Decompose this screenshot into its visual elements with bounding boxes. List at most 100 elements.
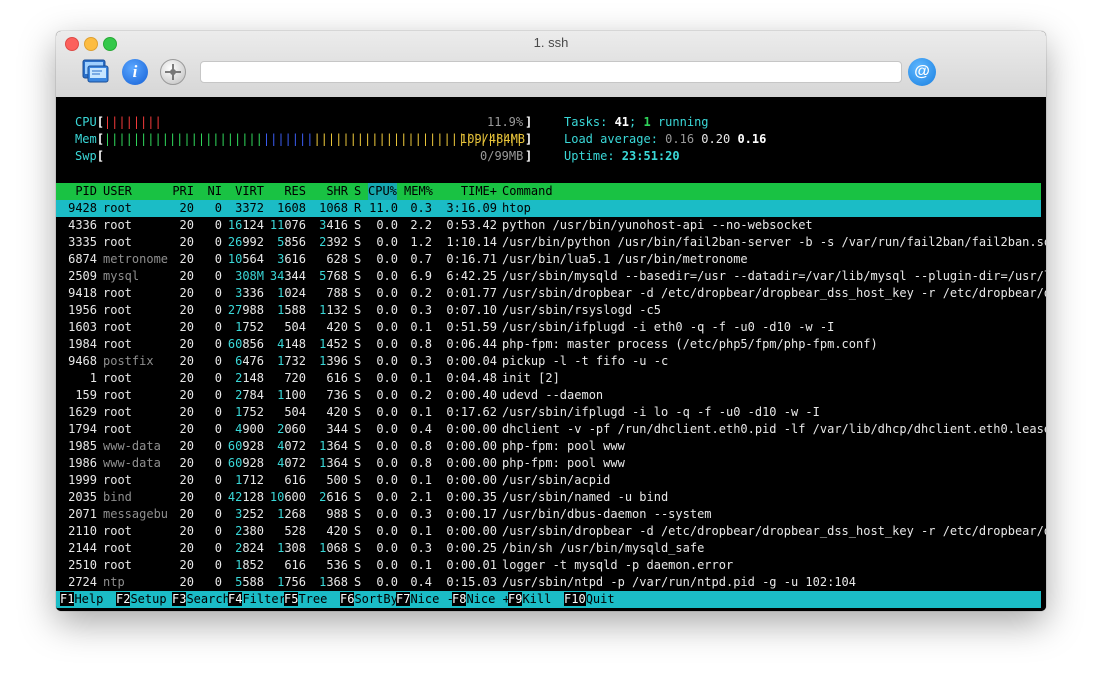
process-row[interactable]: 9468 postfix 20 0 6476 1732 1396 S 0.0 0.3 0:00.04… [56,353,1041,370]
col-ni[interactable]: NI [196,183,222,200]
cell-command: /usr/sbin/dropbear -d /etc/dropbear/drop… [502,524,1046,538]
process-row[interactable]: 2510 root 20 0 1852 616 536 S 0.0 0.1 0:00.01 logge… [56,557,1041,574]
cell-virt: 42128 [227,490,264,504]
cell-pid: 2071 [68,507,97,521]
cell-mem: 0.1 [410,558,432,572]
fkey-f9[interactable]: F9Kill [508,591,566,608]
cell-shr: 1068 [319,201,348,215]
cell-shr: 1396 [319,354,348,368]
process-row[interactable]: 2035 bind 20 0 42128 10600 2616 S 0.0 2.1 0:00.35/… [56,489,1041,506]
cell-res: 504 [284,405,306,419]
cell-pri: 20 [179,303,194,317]
process-row[interactable]: 2509 mysql 20 0 308M 34344 5768 S 0.0 6.9 6:42.25/… [56,268,1046,285]
process-row[interactable]: 1956 root 20 0 27988 1588 1132 S 0.0 0.3 0:07.10/u… [56,302,1041,319]
fkey-f10[interactable]: F10Quit [564,591,615,608]
cell-cpu: 11.0 [369,201,398,215]
col-mem[interactable]: MEM% [404,183,433,200]
cell-pid: 2510 [68,558,97,572]
fkey-f2[interactable]: F2Setup [116,591,174,608]
process-row[interactable]: 2144 root 20 0 2824 1308 1068 S 0.0 0.3 0:00.25/bi… [56,540,1041,557]
cell-pri: 20 [179,422,194,436]
cell-res: 1756 [277,575,306,589]
cell-virt: 2380 [235,524,264,538]
process-row-selected[interactable]: 9428 root 20 0 3372 1608 1068 R 11.0 0.3 3:16.09 ht… [56,200,1041,217]
cell-ni: 0 [214,235,222,249]
cell-virt: 2824 [235,541,264,555]
process-row[interactable]: 3335 root 20 0 26992 5856 2392 S 0.0 1.2 1:10.14/u… [56,234,1046,251]
cell-shr: 420 [326,405,348,419]
cell-virt: 6476 [235,354,264,368]
fkey-f8[interactable]: F8Nice + [452,591,510,608]
col-time[interactable]: TIME+ [436,183,497,200]
process-row[interactable]: 1794 root 20 0 4900 2060 344 S 0.0 0.4 0:00.00 dhcl… [56,421,1046,438]
cell-time: 0:00.01 [446,558,497,572]
process-row[interactable]: 1603 root 20 0 1752 504 420 S 0.0 0.1 0:51.59/usr/… [56,319,1041,336]
network-icon[interactable] [160,59,186,85]
process-row[interactable]: 1999 root 20 0 1712 616 500 S 0.0 0.1 0:00.00/usr/… [56,472,1041,489]
process-row[interactable]: 159 root 20 0 2784 1100 736 S 0.0 0.2 0:00.40 udevd… [56,387,1041,404]
fkey-f5[interactable]: F5Tree [284,591,342,608]
process-row[interactable]: 1985 www-data 20 0 60928 4072 1364 S 0.0 0.8 0:00.… [56,438,1041,455]
cell-shr: 3416 [319,218,348,232]
fkey-key: F2 [116,592,131,606]
process-row[interactable]: 2724 ntp 20 0 5588 1756 1368 S 0.0 0.4 0:15.03/usr… [56,574,1041,591]
cell-command: /usr/bin/python /usr/bin/fail2ban-server… [502,235,1046,249]
process-row[interactable]: 1629 root 20 0 1752 504 420 S 0.0 0.1 0:17.62/usr/… [56,404,1041,421]
col-shr[interactable]: SHR [308,183,348,200]
col-user[interactable]: USER [103,183,132,200]
cell-virt: 3252 [235,507,264,521]
col-command[interactable]: Command [502,183,553,200]
fkey-f7[interactable]: F7Nice - [396,591,454,608]
fkey-label: Search [186,592,230,606]
cell-pid: 2144 [68,541,97,555]
cell-command: /bin/sh /usr/bin/mysqld_safe [502,541,705,555]
at-icon[interactable]: @ [908,58,936,86]
cell-mem: 0.3 [410,507,432,521]
screen-icon[interactable] [80,57,110,87]
cell-mem: 0.3 [410,303,432,317]
cell-virt: 60928 [227,456,264,470]
cell-pri: 20 [179,439,194,453]
col-virt[interactable]: VIRT [224,183,264,200]
terminal-screen[interactable]: CPU[|||||||| 11.9% ] Mem[|||||||||||||||… [56,97,1046,611]
cell-virt: 5588 [235,575,264,589]
cpu-value: 11.9% [487,115,524,129]
cell-mem: 0.4 [410,575,432,589]
process-row[interactable]: 1 root 20 0 2148 720 616 S 0.0 0.1 0:04.48 init [2] [56,370,1041,387]
process-row[interactable]: 2110 root 20 0 2380 528 420 S 0.0 0.1 0:00.00/usr/… [56,523,1046,540]
cell-cpu: 0.0 [376,303,398,317]
process-row[interactable]: 2071 messagebu 20 0 3252 1268 988 S 0.0 0.3 0:00.1… [56,506,1041,523]
cell-ni: 0 [214,303,222,317]
fkey-label: Nice + [466,592,510,606]
cell-shr: 344 [326,422,348,436]
col-state[interactable]: S [354,183,361,200]
col-cpu[interactable]: CPU% [368,183,397,200]
cell-res: 616 [284,473,306,487]
cell-cpu: 0.0 [376,422,398,436]
process-row[interactable]: 6874 metronome 20 0 10564 3616 628 S 0.0 0.7 0:16.… [56,251,1041,268]
fkey-f1[interactable]: F1Help [60,591,118,608]
cell-command: /usr/sbin/mysqld --basedir=/usr --datadi… [502,269,1046,283]
process-row[interactable]: 4336 root 20 0 16124 11076 3416 S 0.0 2.2 0:53.42 p… [56,217,1041,234]
cell-time: 0:53.42 [446,218,497,232]
column-header-row: PID USER PRI NI VIRT RES SHR S CPU% MEM%… [56,183,1041,200]
info-icon[interactable]: i [122,59,148,85]
cell-cpu: 0.0 [376,507,398,521]
fkey-f4[interactable]: F4Filter [228,591,286,608]
cell-state: S [354,388,362,402]
col-pri[interactable]: PRI [156,183,194,200]
cell-ni: 0 [214,507,222,521]
process-row[interactable]: 1984 root 20 0 60856 4148 1452 S 0.0 0.8 0:06.44 ph… [56,336,1041,353]
process-row[interactable]: 9418 root 20 0 3336 1024 788 S 0.0 0.2 0:01.77/usr… [56,285,1046,302]
col-pid[interactable]: PID [56,183,97,200]
col-res[interactable]: RES [266,183,306,200]
fkey-f6[interactable]: F6SortBy [340,591,398,608]
fkey-label: Help [74,592,118,606]
cell-cpu: 0.0 [376,218,398,232]
cell-shr: 420 [326,320,348,334]
cell-res: 4072 [277,456,306,470]
fkey-f3[interactable]: F3Search [172,591,230,608]
address-field[interactable] [200,61,902,83]
process-row[interactable]: 1986 www-data 20 0 60928 4072 1364 S 0.0 0.8 0:00.… [56,455,1041,472]
cell-pid: 3335 [68,235,97,249]
